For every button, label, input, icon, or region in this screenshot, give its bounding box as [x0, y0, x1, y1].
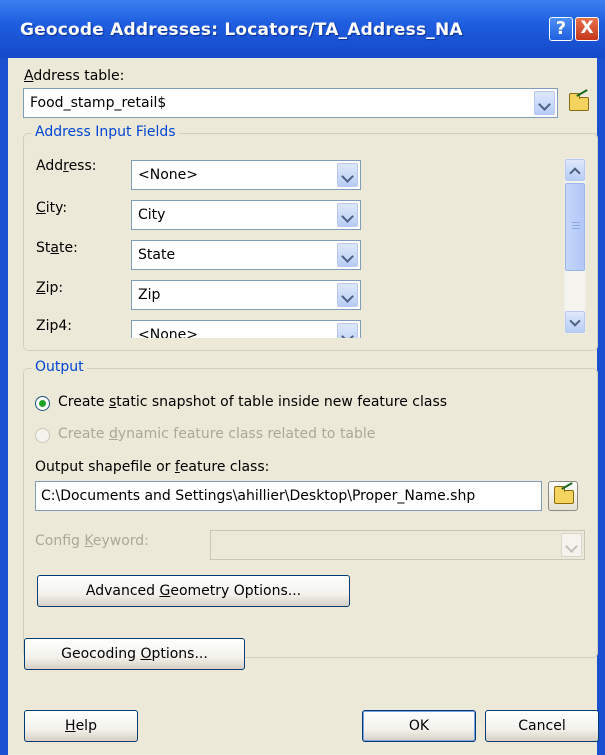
- address-field-select[interactable]: <None>: [131, 160, 361, 190]
- output-shapefile-input[interactable]: C:\Documents and Settings\ahillier\Deskt…: [35, 481, 542, 511]
- address-table-select[interactable]: Food_stamp_retail$: [23, 88, 558, 118]
- cancel-button[interactable]: Cancel: [485, 710, 599, 742]
- help-button[interactable]: Help: [24, 710, 138, 742]
- open-table-button[interactable]: [563, 88, 593, 118]
- dialog-client-area: Address table: Food_stamp_retail$ Addres…: [8, 58, 599, 755]
- input-fields-scrollbar[interactable]: [564, 158, 586, 334]
- chevron-down-icon[interactable]: [534, 91, 555, 115]
- address-table-label: Address table:: [24, 68, 125, 84]
- ok-button[interactable]: OK: [362, 710, 476, 742]
- zip4-field-label: Zip4:: [36, 318, 72, 334]
- geocoding-options-button[interactable]: Geocoding Options...: [24, 638, 245, 670]
- state-field-value: State: [138, 247, 176, 263]
- state-field-select[interactable]: State: [131, 240, 361, 270]
- output-title: Output: [32, 359, 87, 375]
- window-title: Geocode Addresses: Locators/TA_Address_N…: [20, 20, 463, 40]
- zip-field-value: Zip: [138, 287, 161, 303]
- folder-icon: [554, 486, 574, 504]
- zip4-field-select[interactable]: <None>: [131, 320, 361, 338]
- open-arrow-icon: [576, 89, 588, 97]
- output-shapefile-label: Output shapefile or feature class:: [35, 459, 270, 475]
- address-field-label: Address:: [36, 158, 97, 174]
- advanced-geometry-options-button[interactable]: Advanced Geometry Options...: [37, 575, 350, 607]
- dynamic-feature-radio: [35, 428, 50, 443]
- open-arrow-icon: [561, 482, 573, 490]
- scroll-down-icon[interactable]: [565, 311, 585, 333]
- chevron-down-icon[interactable]: [337, 163, 358, 187]
- address-field-value: <None>: [138, 167, 198, 183]
- help-icon[interactable]: ?: [549, 17, 573, 41]
- chevron-down-icon[interactable]: [337, 243, 358, 267]
- chevron-down-icon[interactable]: [337, 203, 358, 227]
- city-field-label: City:: [36, 200, 68, 216]
- config-keyword-label: Config Keyword:: [35, 533, 149, 549]
- output-shapefile-value: C:\Documents and Settings\ahillier\Deskt…: [41, 488, 476, 504]
- scroll-up-icon[interactable]: [565, 159, 585, 181]
- city-field-select[interactable]: City: [131, 200, 361, 230]
- city-field-value: City: [138, 207, 166, 223]
- folder-icon: [569, 93, 589, 111]
- title-bar[interactable]: Geocode Addresses: Locators/TA_Address_N…: [0, 0, 605, 58]
- config-keyword-select: [210, 530, 585, 560]
- input-fields-list: Address: <None> City: City State: State …: [24, 150, 564, 338]
- zip-field-select[interactable]: Zip: [131, 280, 361, 310]
- chevron-down-icon[interactable]: [337, 323, 358, 338]
- scroll-thumb[interactable]: [565, 183, 585, 271]
- dynamic-feature-label: Create dynamic feature class related to …: [58, 426, 376, 442]
- geocode-dialog-window: Geocode Addresses: Locators/TA_Address_N…: [0, 0, 605, 755]
- zip-field-label: Zip:: [36, 280, 64, 296]
- output-group: [23, 368, 598, 658]
- static-snapshot-radio[interactable]: [35, 396, 50, 411]
- state-field-label: State:: [36, 240, 78, 256]
- chevron-down-icon: [561, 533, 582, 557]
- zip4-field-value: <None>: [138, 327, 198, 338]
- close-icon[interactable]: X: [575, 17, 599, 41]
- browse-output-button[interactable]: [548, 481, 578, 511]
- static-snapshot-label[interactable]: Create static snapshot of table inside n…: [58, 394, 447, 410]
- address-table-value: Food_stamp_retail$: [30, 95, 167, 111]
- chevron-down-icon[interactable]: [337, 283, 358, 307]
- address-input-fields-title: Address Input Fields: [32, 124, 179, 140]
